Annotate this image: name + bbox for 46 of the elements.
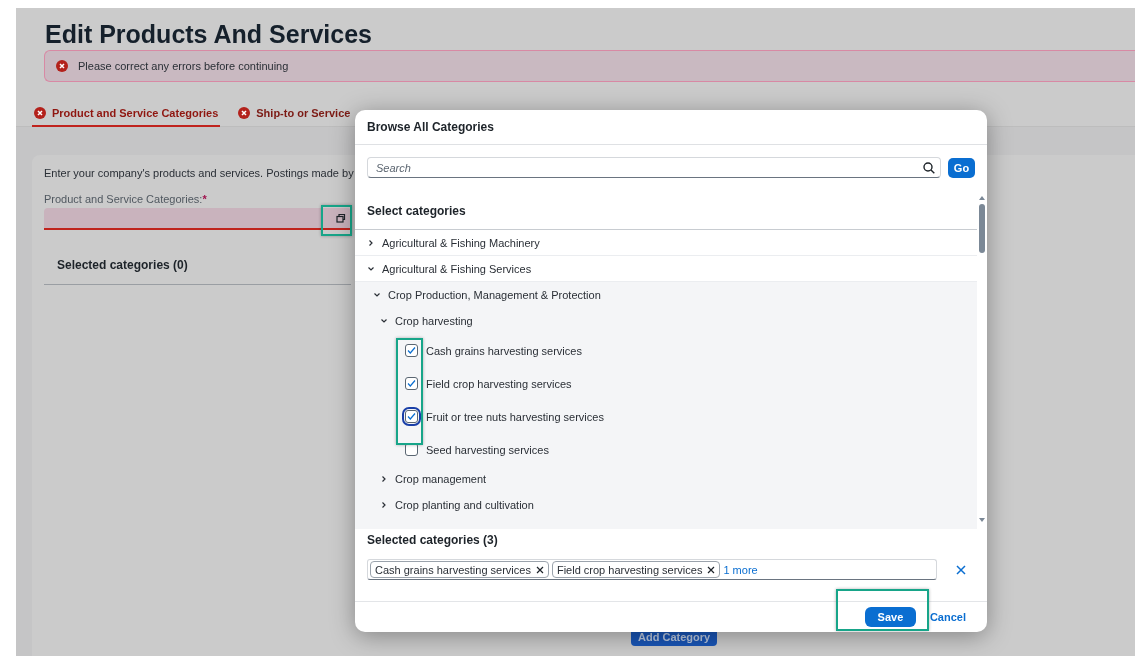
remove-icon[interactable]: [707, 565, 716, 574]
tokens-field[interactable]: Cash grains harvesting services Field crop harvesting services 1 more: [367, 559, 937, 580]
chevron-right-icon[interactable]: [380, 501, 388, 509]
checkbox-label: Seed harvesting services: [426, 443, 549, 456]
search-field[interactable]: Search: [367, 157, 941, 178]
tree-item-label[interactable]: Crop Production, Management & Protection: [388, 289, 601, 301]
search-icon[interactable]: [923, 161, 935, 174]
chevron-down-icon[interactable]: [367, 264, 375, 273]
error-message: Please correct any errors before continuing: [78, 60, 289, 72]
section-heading: Selected categories (0): [44, 258, 351, 285]
categories-field[interactable]: [44, 208, 351, 230]
save-button[interactable]: Save: [864, 607, 916, 627]
go-button[interactable]: Go: [948, 157, 975, 178]
error-icon: [56, 60, 68, 72]
token[interactable]: Cash grains harvesting services: [370, 561, 549, 578]
checkbox[interactable]: [405, 377, 418, 390]
token[interactable]: Field crop harvesting services: [551, 561, 721, 578]
chevron-right-icon[interactable]: [367, 238, 375, 247]
chevron-down-icon[interactable]: [380, 317, 388, 325]
tree-item-label[interactable]: Crop harvesting: [395, 315, 473, 327]
chevron-down-icon[interactable]: [373, 291, 381, 299]
page-title: Edit Products And Services: [44, 19, 373, 50]
value-help-button[interactable]: [334, 211, 348, 225]
chevron-right-icon[interactable]: [380, 475, 388, 483]
tree-item-label[interactable]: Agricultural & Fishing Machinery: [382, 236, 540, 249]
tree-item-label[interactable]: Agricultural & Fishing Services: [382, 262, 532, 275]
remove-icon[interactable]: [535, 565, 544, 574]
checkbox[interactable]: [405, 344, 418, 357]
description-text: Enter your company's products and services. Postings made by: [44, 167, 354, 179]
checkbox-label: Cash grains harvesting services: [426, 344, 582, 357]
section-title: Select categories: [355, 194, 977, 230]
clear-icon[interactable]: [956, 564, 966, 575]
more-link[interactable]: 1 more: [723, 563, 758, 576]
tab[interactable]: Ship-to or Service: [236, 100, 353, 127]
field-label: Product and Service Categories:*: [44, 193, 208, 205]
checkbox[interactable]: [405, 410, 418, 423]
error-icon: [34, 106, 46, 119]
section-heading: Selected categories (3): [367, 533, 499, 547]
highlight-frame: [321, 205, 352, 236]
cancel-link[interactable]: Cancel: [929, 611, 966, 623]
tree-item-label[interactable]: Crop planting and cultivation: [395, 499, 534, 511]
checkbox-label: Field crop harvesting services: [426, 377, 572, 390]
checkbox-label: Fruit or tree nuts harvesting services: [426, 410, 604, 423]
error-icon: [238, 106, 251, 119]
tree-item-label[interactable]: Crop management: [395, 473, 487, 485]
dialog-title: Browse All Categories: [355, 110, 987, 145]
